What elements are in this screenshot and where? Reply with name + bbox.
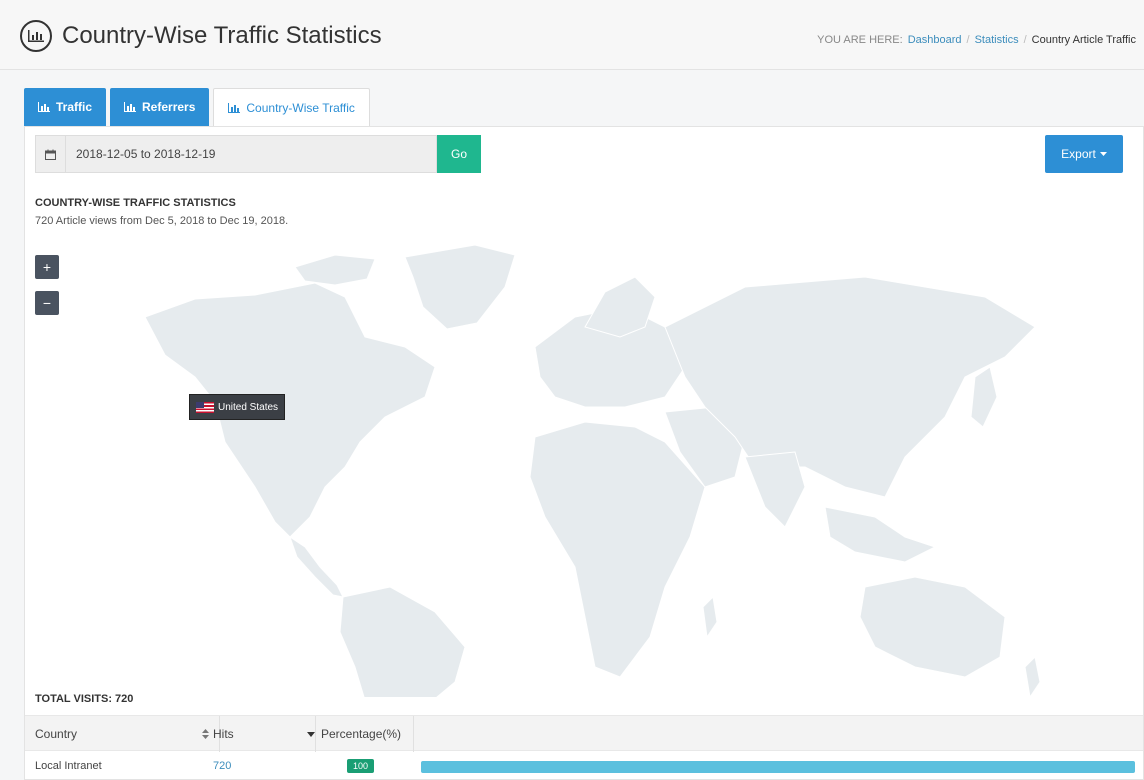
- region-africa: [529, 421, 706, 678]
- column-header-country[interactable]: Country: [35, 716, 209, 752]
- column-header-percentage-label: Percentage(%): [321, 727, 402, 741]
- breadcrumb-prefix: YOU ARE HERE:: [817, 34, 903, 46]
- column-divider: [315, 716, 316, 752]
- bar-chart-icon: [228, 102, 241, 113]
- go-button[interactable]: Go: [437, 135, 481, 173]
- region-india: [744, 451, 806, 528]
- table-row: Local Intranet 720 100: [25, 751, 1143, 780]
- bar-chart-icon: [38, 102, 50, 112]
- calendar-icon[interactable]: [35, 135, 65, 173]
- caret-down-icon: [1099, 152, 1107, 156]
- breadcrumb-dashboard[interactable]: Dashboard: [908, 34, 962, 46]
- tab-country-wise-traffic-label: Country-Wise Traffic: [246, 100, 355, 115]
- tab-referrers-label: Referrers: [142, 100, 196, 114]
- region-central-america: [289, 535, 344, 598]
- region-australia: [859, 576, 1006, 678]
- bar-chart-icon: [124, 102, 137, 112]
- table-header: Country Hits Percentage(%): [25, 715, 1143, 752]
- export-button-label: Export: [1061, 147, 1096, 161]
- breadcrumb-separator: /: [1023, 34, 1027, 46]
- sort-desc-icon: [307, 731, 315, 737]
- us-flag-icon: [196, 401, 214, 413]
- region-japan: [970, 366, 998, 428]
- tab-country-wise-traffic[interactable]: Country-Wise Traffic: [213, 88, 370, 126]
- column-divider: [413, 716, 414, 752]
- bar-chart-icon: [20, 20, 52, 52]
- map-tooltip-label: United States: [218, 401, 279, 413]
- breadcrumb-statistics[interactable]: Statistics: [975, 34, 1019, 46]
- breadcrumb-current: Country Article Traffic: [1031, 34, 1136, 46]
- region-greenland: [404, 244, 516, 330]
- tab-traffic[interactable]: Traffic: [24, 88, 107, 126]
- date-range-group: 2018-12-05 to 2018-12-19 Go: [35, 135, 481, 173]
- percentage-badge: 100: [347, 759, 375, 773]
- map-tooltip: United States: [189, 394, 286, 420]
- tab-bar: Traffic Referrers Country-Wise Traffic: [24, 88, 370, 126]
- region-arctic-islands: [294, 254, 376, 286]
- cell-country: Local Intranet: [35, 760, 102, 772]
- breadcrumb-separator: /: [966, 34, 970, 46]
- region-southeast-asia: [824, 506, 937, 563]
- breadcrumb: YOU ARE HERE: Dashboard / Statistics / C…: [817, 34, 1136, 46]
- stats-subheading: 720 Article views from Dec 5, 2018 to De…: [35, 215, 289, 227]
- column-header-country-label: Country: [35, 727, 78, 741]
- cell-hits-link[interactable]: 720: [213, 751, 231, 780]
- column-header-percentage[interactable]: Percentage(%): [321, 716, 401, 752]
- region-south-america: [339, 586, 466, 697]
- page-header: Country-Wise Traffic Statistics YOU ARE …: [0, 0, 1144, 70]
- content-panel: 2018-12-05 to 2018-12-19 Go Export COUNT…: [24, 126, 1144, 780]
- date-range-input[interactable]: 2018-12-05 to 2018-12-19: [65, 135, 437, 173]
- map-zoom-in-button[interactable]: +: [35, 255, 59, 279]
- sort-icon: [202, 729, 209, 739]
- tab-referrers[interactable]: Referrers: [110, 88, 210, 126]
- column-header-hits-label: Hits: [213, 727, 234, 741]
- region-new-zealand: [1024, 655, 1041, 697]
- map-zoom-out-button[interactable]: −: [35, 291, 59, 315]
- region-madagascar: [702, 595, 718, 639]
- tab-traffic-label: Traffic: [56, 100, 93, 114]
- export-button[interactable]: Export: [1045, 135, 1123, 173]
- page-title-text: Country-Wise Traffic Statistics: [62, 22, 382, 49]
- total-visits: TOTAL VISITS: 720: [35, 693, 134, 705]
- page-title: Country-Wise Traffic Statistics: [20, 20, 382, 52]
- percentage-bar: [421, 761, 1135, 773]
- column-header-hits[interactable]: Hits: [213, 716, 315, 752]
- world-map[interactable]: [105, 237, 1045, 697]
- percentage-bar-fill: [421, 761, 1135, 773]
- stats-heading: COUNTRY-WISE TRAFFIC STATISTICS: [35, 197, 236, 209]
